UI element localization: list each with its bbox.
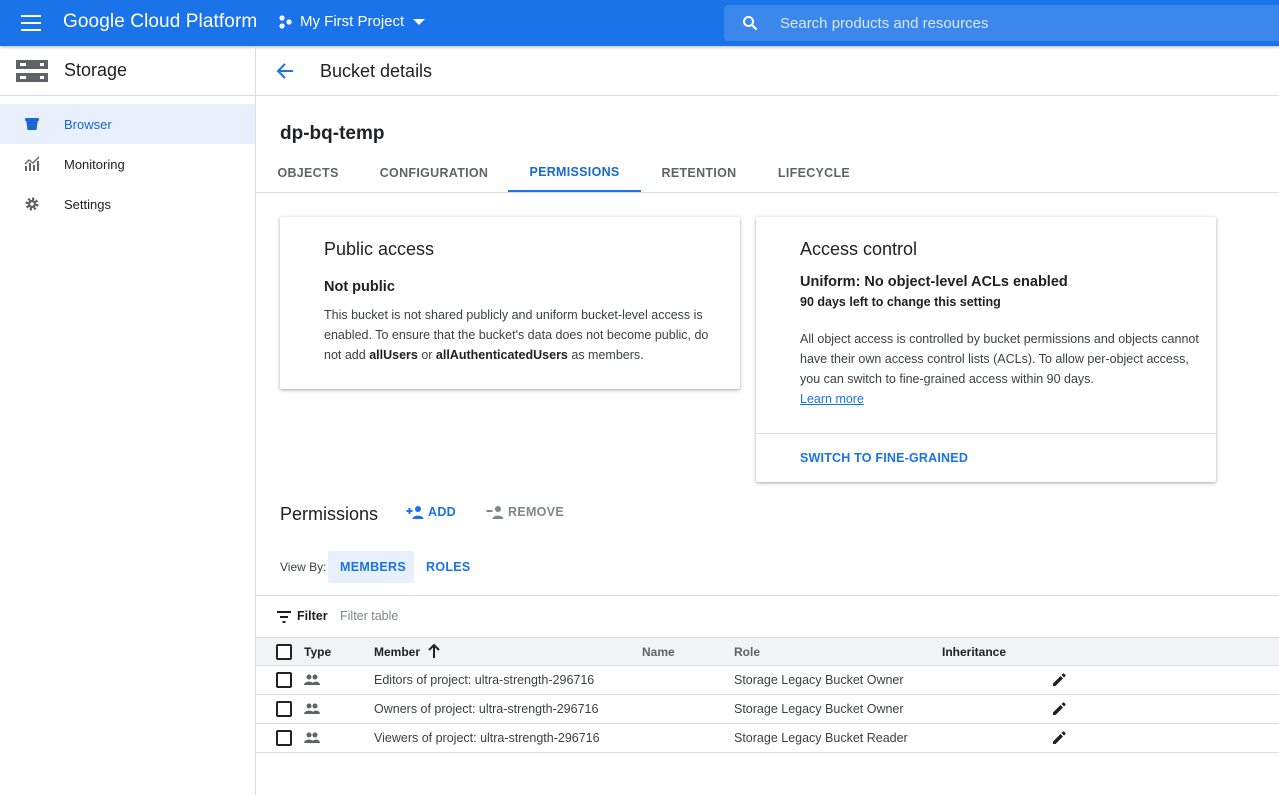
all-users-term: allUsers — [369, 348, 418, 362]
public-access-description: This bucket is not shared publicly and u… — [324, 305, 728, 365]
column-member[interactable]: Member — [374, 645, 420, 659]
table-row: Viewers of project: ultra-strength-29671… — [256, 724, 1279, 753]
column-type[interactable]: Type — [304, 645, 331, 659]
sidebar-title: Storage — [64, 60, 128, 80]
bucket-icon — [25, 118, 39, 130]
card-title: Public access — [324, 239, 435, 259]
table-row: Editors of project: ultra-strength-29671… — [256, 666, 1279, 695]
sidebar-item-label: Settings — [64, 196, 111, 212]
back-arrow-icon[interactable] — [275, 61, 295, 81]
card-title: Access control — [800, 239, 918, 259]
row-checkbox[interactable] — [276, 672, 292, 688]
sidebar-item-monitoring[interactable]: Monitoring — [0, 144, 255, 184]
tab-objects[interactable]: OBJECTS — [277, 154, 338, 192]
remove-label: REMOVE — [508, 505, 564, 519]
page-title: Bucket details — [320, 61, 433, 81]
role-cell: Storage Legacy Bucket Owner — [734, 673, 904, 687]
days-left-notice: 90 days left to change this setting — [800, 295, 1001, 309]
filter-bar: Filter — [256, 595, 1279, 637]
column-name[interactable]: Name — [642, 645, 675, 659]
chart-icon — [24, 156, 40, 171]
group-icon — [304, 732, 320, 743]
gear-icon — [25, 197, 39, 211]
public-access-card: Public access Not public This bucket is … — [280, 217, 740, 389]
project-dots-icon — [279, 14, 292, 29]
top-app-bar: Google Cloud Platform My First Project — [0, 0, 1279, 46]
sidebar-item-label: Monitoring — [64, 156, 125, 172]
tab-permissions[interactable]: PERMISSIONS — [508, 154, 641, 192]
description-text: All object access is controlled by bucke… — [800, 332, 1199, 386]
view-by-roles-button[interactable]: ROLES — [414, 551, 483, 583]
chevron-down-icon — [413, 18, 426, 25]
tab-bar: OBJECTS CONFIGURATION PERMISSIONS RETENT… — [256, 154, 1279, 193]
member-cell: Viewers of project: ultra-strength-29671… — [374, 731, 600, 745]
role-cell: Storage Legacy Bucket Reader — [734, 731, 908, 745]
member-cell: Editors of project: ultra-strength-29671… — [374, 673, 595, 687]
permissions-title: Permissions — [280, 504, 379, 524]
access-control-description: All object access is controlled by bucke… — [800, 329, 1200, 409]
description-text: or — [417, 348, 436, 362]
role-cell: Storage Legacy Bucket Owner — [734, 702, 904, 716]
switch-to-fine-grained-button[interactable]: SWITCH TO FINE-GRAINED — [800, 451, 968, 465]
member-cell: Owners of project: ultra-strength-296716 — [374, 702, 599, 716]
tab-configuration[interactable]: CONFIGURATION — [380, 154, 488, 192]
view-by-label: View By: — [280, 560, 327, 574]
sort-ascending-icon[interactable] — [427, 643, 441, 659]
bucket-name: dp-bq-temp — [280, 123, 385, 144]
sidebar-item-browser[interactable]: Browser — [0, 104, 255, 144]
storage-icon — [16, 59, 48, 82]
search-input[interactable] — [780, 5, 1260, 41]
search-box[interactable] — [724, 5, 1279, 41]
row-checkbox[interactable] — [276, 701, 292, 717]
sidebar-nav: Browser Monitoring Settings — [0, 104, 255, 224]
sidebar-item-label: Browser — [64, 116, 112, 132]
table-header: Type Member Name Role Inheritance — [256, 637, 1279, 666]
tab-retention[interactable]: RETENTION — [661, 154, 737, 192]
edit-icon[interactable] — [1051, 672, 1067, 688]
edit-icon[interactable] — [1051, 701, 1067, 717]
remove-member-button[interactable]: REMOVE — [486, 505, 564, 519]
group-icon — [304, 674, 320, 685]
filter-input[interactable] — [340, 604, 740, 628]
group-icon — [304, 703, 320, 714]
learn-more-link[interactable]: Learn more — [800, 392, 864, 406]
sidebar-header: Storage — [0, 46, 255, 96]
filter-icon[interactable] — [277, 611, 291, 623]
all-authenticated-users-term: allAuthenticatedUsers — [435, 348, 568, 362]
sidebar: Storage Browser Monitoring Settings — [0, 46, 256, 795]
column-role[interactable]: Role — [734, 645, 760, 659]
app-brand[interactable]: Google Cloud Platform — [63, 11, 257, 33]
edit-icon[interactable] — [1051, 730, 1067, 746]
project-selector[interactable]: My First Project — [278, 13, 426, 30]
remove-person-icon — [486, 506, 504, 519]
row-checkbox[interactable] — [276, 730, 292, 746]
project-name: My First Project — [300, 13, 405, 30]
public-access-status: Not public — [324, 279, 395, 295]
filter-label: Filter — [297, 609, 328, 623]
view-by-members-button[interactable]: MEMBERS — [328, 551, 414, 583]
add-label: ADD — [428, 505, 456, 519]
column-inheritance[interactable]: Inheritance — [942, 645, 1006, 659]
description-text: as members. — [567, 348, 644, 362]
add-person-icon — [406, 506, 424, 519]
search-icon — [743, 16, 758, 31]
tab-lifecycle[interactable]: LIFECYCLE — [778, 154, 850, 192]
select-all-checkbox[interactable] — [276, 644, 292, 660]
table-row: Owners of project: ultra-strength-296716… — [256, 695, 1279, 724]
sidebar-item-settings[interactable]: Settings — [0, 184, 255, 224]
page-header: Bucket details — [256, 46, 1279, 96]
add-member-button[interactable]: ADD — [406, 505, 456, 519]
access-control-status: Uniform: No object-level ACLs enabled — [800, 274, 1068, 290]
access-control-card: Access control Uniform: No object-level … — [756, 217, 1216, 482]
menu-icon[interactable] — [21, 15, 41, 31]
divider — [756, 433, 1216, 434]
